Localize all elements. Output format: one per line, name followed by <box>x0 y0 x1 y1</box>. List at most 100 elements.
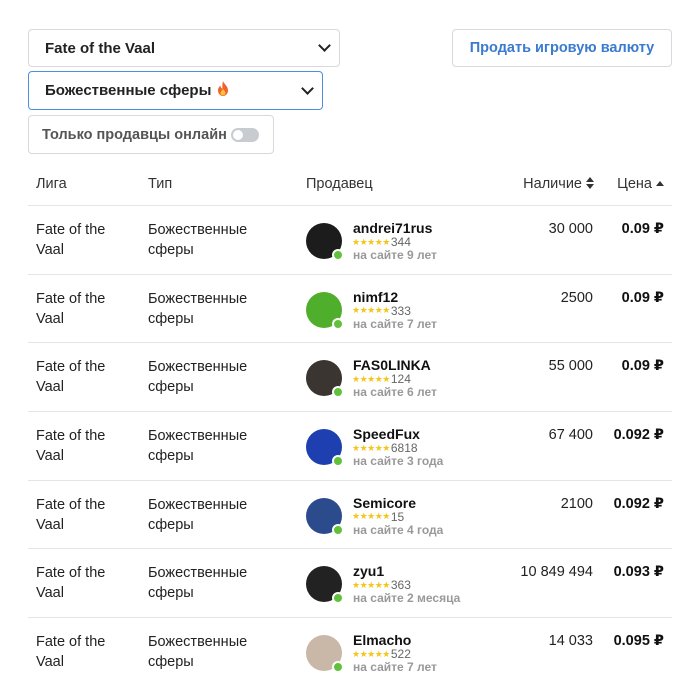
row-price: 0.095 ₽ <box>613 633 664 650</box>
seller-name[interactable]: FAS0LINKA <box>353 357 431 373</box>
seller-name[interactable]: Elmacho <box>353 632 411 648</box>
online-sellers-toggle[interactable]: Только продавцы онлайн <box>28 115 274 154</box>
avatar[interactable] <box>306 635 344 674</box>
table-row[interactable]: Fate of the Vaal Божественные сферы Spee… <box>28 412 672 481</box>
row-price: 0.093 ₽ <box>613 564 664 581</box>
column-header-price[interactable]: Цена <box>617 176 664 192</box>
online-status-dot <box>332 386 344 399</box>
row-type: Божественные сферы <box>148 428 248 465</box>
review-count: 6818 <box>390 441 418 456</box>
review-count: 124 <box>390 372 411 387</box>
column-header-price-label: Цена <box>617 176 652 192</box>
rating-stars-icon: ★★★★★ <box>352 442 390 453</box>
table-row[interactable]: Fate of the Vaal Божественные сферы andr… <box>28 206 672 275</box>
row-price: 0.09 ₽ <box>621 358 664 375</box>
rating-stars-icon: ★★★★★ <box>352 373 390 384</box>
row-league: Fate of the Vaal <box>36 428 106 465</box>
review-count: 522 <box>390 647 411 662</box>
league-select-value: Fate of the Vaal <box>45 39 156 57</box>
review-count: 15 <box>390 509 405 524</box>
rating-stars-icon: ★★★★★ <box>352 648 390 659</box>
online-status-dot <box>332 455 344 468</box>
row-type: Божественные сферы <box>148 359 248 396</box>
seller-name[interactable]: Semicore <box>353 495 416 511</box>
avatar[interactable] <box>306 360 344 399</box>
seller-name[interactable]: zyu1 <box>353 563 384 579</box>
row-price: 0.092 ₽ <box>613 495 664 512</box>
table-row[interactable]: Fate of the Vaal Божественные сферы nimf… <box>28 275 672 344</box>
row-type: Божественные сферы <box>148 222 248 258</box>
online-status-dot <box>332 523 344 536</box>
row-stock: 30 000 <box>548 221 593 237</box>
row-price: 0.09 ₽ <box>621 221 664 237</box>
table-row[interactable]: Fate of the Vaal Божественные сферы zyu1… <box>28 549 672 619</box>
seller-since: на сайте 9 лет <box>353 248 437 262</box>
avatar[interactable] <box>306 497 344 536</box>
seller-since: на сайте 6 лет <box>353 385 437 400</box>
avatar[interactable] <box>306 566 344 605</box>
avatar[interactable] <box>306 291 344 330</box>
currency-type-select[interactable]: Божественные сферы <box>28 71 323 110</box>
sort-ascending-icon <box>656 181 664 186</box>
toggle-switch[interactable] <box>231 128 259 142</box>
chevron-down-icon <box>318 39 331 52</box>
row-price: 0.09 ₽ <box>621 289 664 306</box>
seller-rating: ★★★★★ 15 <box>352 510 404 524</box>
chevron-down-icon <box>301 81 314 95</box>
row-type: Божественные сферы <box>148 634 248 671</box>
fire-icon <box>217 81 229 100</box>
table-row[interactable]: Fate of the Vaal Божественные сферы Semi… <box>28 481 672 550</box>
seller-rating: ★★★★★ 363 <box>352 578 411 592</box>
review-count: 333 <box>390 303 411 318</box>
table-row[interactable]: Fate of the Vaal Божественные сферы Elma… <box>28 618 672 676</box>
table-header: Лига Тип Продавец Наличие Цена <box>28 163 672 206</box>
seller-since: на сайте 7 лет <box>353 316 437 331</box>
online-status-dot <box>332 249 344 261</box>
sort-icon <box>586 177 594 189</box>
row-league: Fate of the Vaal <box>36 634 106 671</box>
row-stock: 2500 <box>560 289 593 306</box>
column-header-seller: Продавец <box>306 176 373 192</box>
offers-table: Лига Тип Продавец Наличие Цена Fate of t… <box>28 163 672 676</box>
sell-currency-button[interactable]: Продать игровую валюту <box>452 29 672 67</box>
online-status-dot <box>332 317 344 330</box>
seller-rating: ★★★★★ 6818 <box>352 441 418 455</box>
column-header-stock[interactable]: Наличие <box>523 176 594 192</box>
seller-rating: ★★★★★ 344 <box>352 235 411 249</box>
row-type: Божественные сферы <box>148 290 248 327</box>
row-league: Fate of the Vaal <box>36 359 106 396</box>
row-stock: 10 849 494 <box>520 564 593 581</box>
row-league: Fate of the Vaal <box>36 496 106 533</box>
row-stock: 2100 <box>560 495 593 512</box>
seller-rating: ★★★★★ 522 <box>352 647 411 661</box>
row-stock: 67 400 <box>548 427 593 444</box>
rating-stars-icon: ★★★★★ <box>352 579 390 590</box>
online-status-dot <box>332 661 344 674</box>
rating-stars-icon: ★★★★★ <box>352 236 390 247</box>
seller-name[interactable]: nimf12 <box>353 289 398 305</box>
column-header-stock-label: Наличие <box>523 176 582 192</box>
avatar[interactable] <box>306 223 344 261</box>
seller-since: на сайте 3 года <box>353 454 444 469</box>
row-league: Fate of the Vaal <box>36 290 106 327</box>
row-type: Божественные сферы <box>148 565 248 602</box>
seller-rating: ★★★★★ 124 <box>352 372 411 386</box>
online-status-dot <box>332 592 344 605</box>
row-price: 0.092 ₽ <box>613 427 664 444</box>
online-sellers-label: Только продавцы онлайн <box>42 126 227 143</box>
review-count: 363 <box>390 578 411 593</box>
row-stock: 14 033 <box>548 633 593 650</box>
row-stock: 55 000 <box>548 358 593 375</box>
column-header-league: Лига <box>36 176 67 192</box>
seller-name[interactable]: andrei71rus <box>353 220 432 236</box>
table-row[interactable]: Fate of the Vaal Божественные сферы FAS0… <box>28 343 672 413</box>
league-select[interactable]: Fate of the Vaal <box>28 29 340 67</box>
avatar[interactable] <box>306 429 344 468</box>
row-league: Fate of the Vaal <box>36 565 106 602</box>
seller-since: на сайте 2 месяца <box>353 591 461 606</box>
currency-type-value: Божественные сферы <box>45 82 212 99</box>
rating-stars-icon: ★★★★★ <box>352 511 390 522</box>
seller-name[interactable]: SpeedFux <box>353 426 420 442</box>
rating-stars-icon: ★★★★★ <box>352 305 390 316</box>
seller-rating: ★★★★★ 333 <box>352 304 411 318</box>
